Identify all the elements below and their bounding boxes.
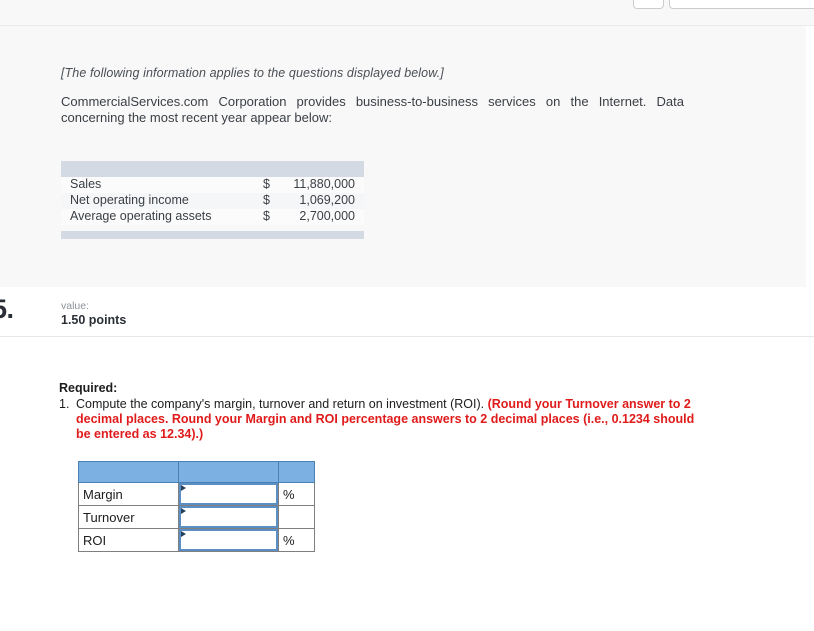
- table-row: Net operating income $ 1,069,200: [61, 193, 364, 209]
- table-row: Margin %: [78, 482, 315, 506]
- financial-table-body: Sales $ 11,880,000 Net operating income …: [61, 177, 364, 225]
- chrome-text-field[interactable]: [669, 0, 814, 9]
- applies-to-note: [The following information applies to th…: [61, 66, 444, 80]
- header-cell-label: [78, 461, 179, 483]
- financial-table-header-bar: [61, 161, 364, 177]
- financial-row-amount: $ 11,880,000: [263, 177, 355, 191]
- currency-symbol: $: [263, 209, 270, 223]
- margin-input[interactable]: [179, 483, 278, 505]
- financial-data-table: Sales $ 11,880,000 Net operating income …: [61, 161, 364, 239]
- table-row: Average operating assets $ 2,700,000: [61, 209, 364, 225]
- input-cell-margin[interactable]: [178, 482, 279, 506]
- amount-value: 2,700,000: [299, 209, 355, 223]
- financial-row-amount: $ 1,069,200: [263, 193, 355, 207]
- input-cell-turnover[interactable]: [178, 505, 279, 529]
- table-row: Turnover: [78, 505, 315, 529]
- question-info-panel: [The following information applies to th…: [0, 26, 806, 287]
- required-item-body: Compute the company's margin, turnover a…: [76, 397, 698, 442]
- table-row: ROI %: [78, 528, 315, 552]
- row-label-turnover: Turnover: [78, 505, 179, 529]
- answer-table-header-row: [78, 461, 315, 483]
- required-heading: Required:: [59, 381, 118, 395]
- financial-row-amount: $ 2,700,000: [263, 209, 355, 223]
- scenario-intro-text: CommercialServices.com Corporation provi…: [61, 94, 684, 125]
- financial-row-label: Average operating assets: [70, 209, 212, 223]
- question-number: 5.: [0, 294, 14, 324]
- financial-row-label: Sales: [70, 177, 102, 191]
- roi-input[interactable]: [179, 529, 278, 551]
- chrome-small-button[interactable]: [633, 0, 664, 9]
- turnover-input[interactable]: [179, 506, 278, 528]
- required-item-number: 1.: [59, 397, 70, 411]
- row-label-margin: Margin: [78, 482, 179, 506]
- answer-entry-table: Margin % Turnover ROI %: [78, 461, 315, 552]
- unit-cell-turnover: [278, 505, 315, 529]
- value-label: value:: [61, 300, 90, 312]
- required-section: Required: 1. Compute the company's margi…: [59, 381, 759, 442]
- input-cell-roi[interactable]: [178, 528, 279, 552]
- question-points-band: 5. value: 1.50 points: [0, 287, 814, 337]
- financial-table-footer-bar: [61, 231, 364, 239]
- unit-cell-margin: %: [278, 482, 315, 506]
- financial-row-label: Net operating income: [70, 193, 189, 207]
- amount-value: 11,880,000: [293, 177, 355, 191]
- currency-symbol: $: [263, 177, 270, 191]
- points-value: 1.50 points: [61, 313, 127, 327]
- header-cell-unit: [278, 461, 315, 483]
- required-plain-text: Compute the company's margin, turnover a…: [76, 397, 488, 411]
- amount-value: 1,069,200: [299, 193, 355, 207]
- currency-symbol: $: [263, 193, 270, 207]
- header-cell-value: [178, 461, 279, 483]
- row-label-roi: ROI: [78, 528, 179, 552]
- top-chrome-strip: [0, 0, 814, 26]
- unit-cell-roi: %: [278, 528, 315, 552]
- required-item: 1. Compute the company's margin, turnove…: [59, 397, 759, 442]
- table-row: Sales $ 11,880,000: [61, 177, 364, 193]
